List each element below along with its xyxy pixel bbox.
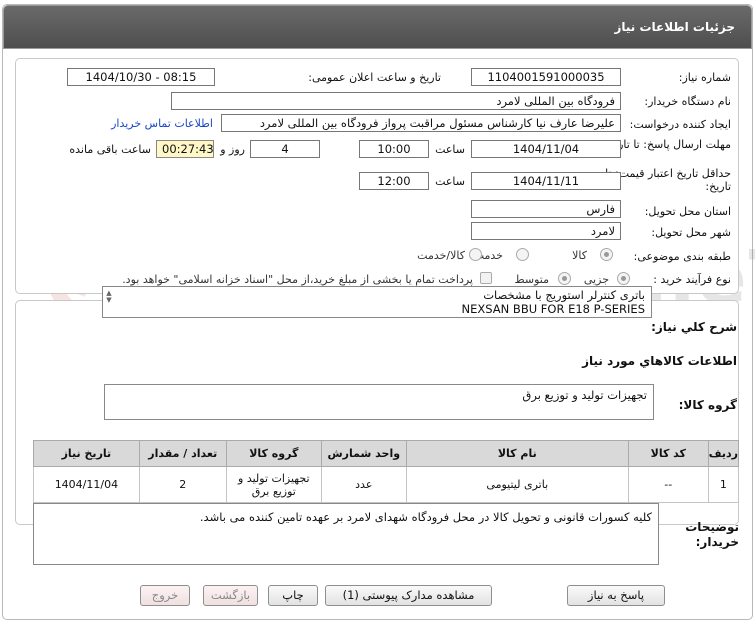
province-label: استان محل تحویل: <box>644 205 731 218</box>
cell-unit: عدد <box>320 466 407 503</box>
reply-button[interactable]: پاسخ به نیاز <box>567 585 665 606</box>
city-field: لامرد <box>471 222 621 240</box>
col-unit: واحد شمارش <box>320 440 407 467</box>
validity-time-label: ساعت <box>435 175 465 188</box>
description-title: شرح کلي نياز: <box>651 320 737 334</box>
description-textarea[interactable]: باتری کنترلر استوریج با مشخصات NEXSAN BB… <box>102 286 652 318</box>
validity-time-field: 12:00 <box>359 172 429 190</box>
description-line-1: باتری کنترلر استوریج با مشخصات <box>483 288 645 302</box>
window-title: جزئیات اطلاعات نیاز <box>614 20 735 34</box>
remaining-label: ساعت باقی مانده <box>69 143 151 156</box>
days-left-field: 4 <box>250 140 320 158</box>
cell-name: باتری لیتیومی <box>405 466 629 503</box>
col-name: نام کالا <box>405 440 629 467</box>
category-option-goods: کالا <box>572 249 587 262</box>
buyer-notes-textarea[interactable]: کلیه کسورات قانونی و تحویل کالا در محل ف… <box>33 503 659 565</box>
col-row: ردیف <box>707 440 740 467</box>
buyer-org-field: فرودگاه بین المللی لامرد <box>171 92 621 110</box>
title-bar: جزئیات اطلاعات نیاز <box>3 5 752 49</box>
table-row: 1 -- باتری لیتیومی عدد تجهیزات تولید و ت… <box>33 466 740 503</box>
reply-time-field: 10:00 <box>359 140 429 158</box>
validity-date-field: 1404/11/11 <box>471 172 621 190</box>
buyer-notes-title: توضیحات خریدار: <box>685 520 739 549</box>
reply-time-label: ساعت <box>435 143 465 156</box>
buyer-org-label: نام دستگاه خریدار: <box>644 95 731 108</box>
days-word-label: روز و <box>220 143 245 156</box>
province-field: فارس <box>471 200 621 218</box>
purchase-type-label: نوع فرآیند خرید : <box>653 273 731 286</box>
purchase-option-medium: متوسط <box>514 273 549 286</box>
purchase-option-partial: جزیی <box>583 273 609 286</box>
exit-button[interactable]: خروج <box>140 585 190 606</box>
category-radio-goods[interactable] <box>600 248 613 261</box>
print-button[interactable]: چاپ <box>268 585 318 606</box>
col-date: تاریخ نیاز <box>33 440 140 467</box>
goods-group-title: گروه کالا: <box>678 398 737 412</box>
description-line-2: NEXSAN BBU FOR E18 P-SERIES <box>461 302 645 316</box>
col-qty: تعداد / مقدار <box>138 440 227 467</box>
table-header-row: ردیف کد کالا نام کالا واحد شمارش گروه کا… <box>33 440 740 467</box>
category-label: طبقه بندی موضوعی: <box>633 250 731 263</box>
textarea-scroll-arrows[interactable]: ▲ ▼ <box>104 290 114 304</box>
back-button[interactable]: بازگشت <box>203 585 258 606</box>
requester-field: علیرضا عارف نیا کارشناس مسئول مراقبت پرو… <box>221 114 621 132</box>
purchase-radio-medium[interactable] <box>558 272 571 285</box>
need-number-field: 1104001591000035 <box>471 68 621 86</box>
announce-datetime-label: تاریخ و ساعت اعلان عمومی: <box>308 71 441 84</box>
treasury-checkbox[interactable] <box>480 272 492 284</box>
treasury-note: پرداخت تمام یا بخشی از مبلغ خرید،از محل … <box>122 273 473 286</box>
goods-table: ردیف کد کالا نام کالا واحد شمارش گروه کا… <box>33 440 740 503</box>
col-code: کد کالا <box>627 440 709 467</box>
need-number-label: شماره نیاز: <box>678 71 731 84</box>
reply-date-field: 1404/11/04 <box>471 140 621 158</box>
contact-buyer-link[interactable]: اطلاعات تماس خریدار <box>111 117 213 130</box>
cell-date: 1404/11/04 <box>33 466 140 503</box>
attachments-button[interactable]: مشاهده مدارک پیوستی (1) <box>325 585 492 606</box>
goods-info-title: اطلاعات کالاهاي مورد نياز <box>582 354 737 368</box>
countdown-timer: 00:27:43 <box>156 140 214 158</box>
goods-group-textarea[interactable]: تجهیزات تولید و توزیع برق <box>104 384 654 420</box>
category-radio-service[interactable] <box>516 248 529 261</box>
city-label: شهر محل تحویل: <box>651 226 731 239</box>
announce-datetime-field: 1404/10/30 - 08:15 <box>67 68 215 86</box>
cell-row: 1 <box>707 466 740 503</box>
category-option-both: کالا/خدمت <box>417 249 465 262</box>
cell-code: -- <box>627 466 709 503</box>
requester-label: ایجاد کننده درخواست: <box>629 118 731 131</box>
cell-qty: 2 <box>138 466 227 503</box>
col-group: گروه کالا <box>225 440 322 467</box>
purchase-radio-partial[interactable] <box>617 272 630 285</box>
cell-group: تجهیزات تولید و توزیع برق <box>225 466 322 503</box>
category-radio-both[interactable] <box>469 248 482 261</box>
